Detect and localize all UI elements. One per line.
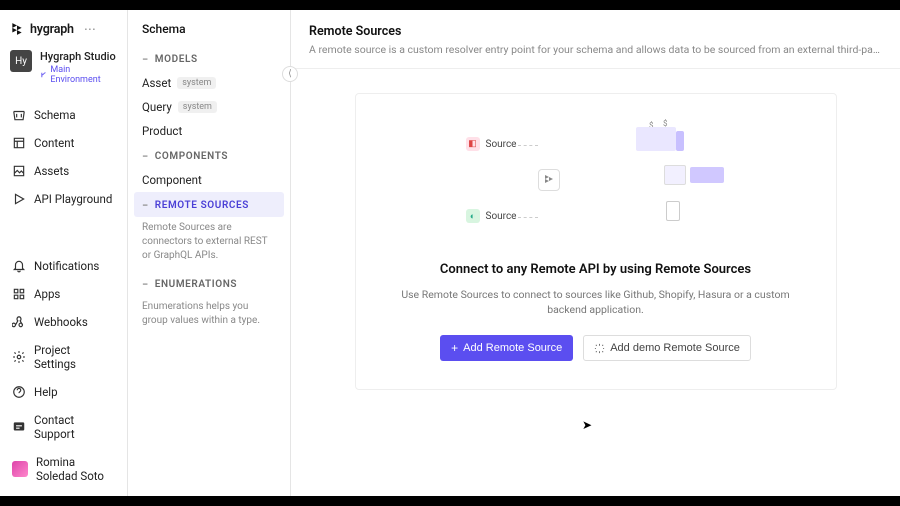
nav-schema[interactable]: Schema	[0, 101, 127, 129]
illus-dest	[676, 131, 684, 151]
sparkle-icon	[594, 343, 605, 354]
workspace-switcher[interactable]: Hy Hygraph Studio Main Environment	[0, 46, 127, 95]
main-content: Remote Sources A remote source is a cust…	[291, 10, 900, 496]
bell-icon	[12, 259, 26, 273]
user-avatar	[12, 461, 28, 477]
remote-sources-group-header[interactable]: − REMOTE SOURCES	[134, 192, 284, 217]
models-group-header[interactable]: − MODELS	[134, 46, 284, 71]
nav-content[interactable]: Content	[0, 129, 127, 157]
collapse-icon: −	[142, 151, 149, 162]
empty-state-title: Connect to any Remote API by using Remot…	[380, 262, 812, 277]
nav-api-playground[interactable]: API Playground	[0, 185, 127, 213]
empty-state-card: ◧ Source ◐ Source	[355, 93, 837, 390]
content-icon	[12, 136, 26, 150]
primary-nav: Schema Content Assets API Playground	[0, 95, 127, 219]
nav-notifications[interactable]: Notifications	[0, 252, 127, 280]
left-sidebar: hygraph ⋯ Hy Hygraph Studio Main Environ…	[0, 10, 128, 496]
workspace-env: Main Environment	[40, 65, 117, 85]
chevron-left-icon: ⟨	[288, 69, 292, 79]
brand-name: hygraph	[30, 22, 74, 37]
nav-contact-support[interactable]: Contact Support	[0, 406, 127, 448]
schema-panel-title: Schema	[134, 22, 284, 46]
nav-project-settings[interactable]: Project Settings	[0, 336, 127, 378]
add-remote-source-button[interactable]: + Add Remote Source	[440, 335, 573, 361]
branch-icon	[40, 71, 47, 79]
webhooks-icon	[12, 315, 26, 329]
nav-webhooks[interactable]: Webhooks	[0, 308, 127, 336]
component-item[interactable]: Component	[134, 168, 284, 192]
assets-icon	[12, 164, 26, 178]
model-query[interactable]: Query system	[134, 95, 284, 119]
collapse-icon: −	[142, 200, 149, 211]
illus-dest	[690, 167, 724, 183]
source-icon: ◐	[466, 209, 480, 223]
nav-assets[interactable]: Assets	[0, 157, 127, 185]
collapse-icon: −	[142, 54, 149, 65]
nav-apps[interactable]: Apps	[0, 280, 127, 308]
main-header: Remote Sources A remote source is a cust…	[291, 10, 900, 69]
page-description: A remote source is a custom resolver ent…	[309, 43, 882, 56]
system-pill: system	[178, 101, 217, 113]
workspace-name: Hygraph Studio	[40, 50, 117, 63]
enumerations-help: Enumerations helps you group values with…	[134, 296, 284, 336]
illus-dest	[664, 165, 686, 185]
help-icon	[12, 385, 26, 399]
secondary-nav: Notifications Apps Webhooks Project Sett…	[0, 246, 127, 496]
illus-dest	[666, 201, 680, 221]
page-title: Remote Sources	[309, 24, 882, 39]
schema-panel: Schema − MODELS Asset system Query syste…	[128, 10, 291, 496]
components-group-header[interactable]: − COMPONENTS	[134, 143, 284, 168]
nav-user[interactable]: Romina Soledad Soto	[0, 448, 127, 490]
illus-dest	[636, 127, 676, 151]
schema-icon	[12, 108, 26, 122]
brand-row: hygraph ⋯	[0, 10, 127, 46]
model-product[interactable]: Product	[134, 119, 284, 143]
plus-icon: +	[451, 342, 458, 354]
play-icon	[12, 192, 26, 206]
panel-collapse-button[interactable]: ⟨	[282, 66, 298, 82]
hygraph-logo-icon	[10, 22, 24, 36]
apps-icon	[12, 287, 26, 301]
gear-icon	[12, 350, 26, 364]
workspace-badge: Hy	[10, 50, 32, 72]
system-pill: system	[177, 77, 216, 89]
brand-more-icon[interactable]: ⋯	[80, 20, 100, 38]
remote-sources-help: Remote Sources are connectors to externa…	[134, 217, 284, 271]
illus-source-2: ◐ Source	[466, 209, 517, 223]
empty-state-illustration: ◧ Source ◐ Source	[380, 124, 812, 244]
add-demo-remote-source-button[interactable]: Add demo Remote Source	[583, 335, 751, 361]
chat-icon	[12, 420, 26, 434]
source-icon: ◧	[466, 137, 480, 151]
illus-hygraph-node	[538, 169, 560, 191]
nav-help[interactable]: Help	[0, 378, 127, 406]
enumerations-group-header[interactable]: − ENUMERATIONS	[134, 271, 284, 296]
collapse-icon: −	[142, 279, 149, 290]
model-asset[interactable]: Asset system	[134, 71, 284, 95]
empty-state-description: Use Remote Sources to connect to sources…	[380, 287, 812, 317]
illus-source-1: ◧ Source	[466, 137, 517, 151]
